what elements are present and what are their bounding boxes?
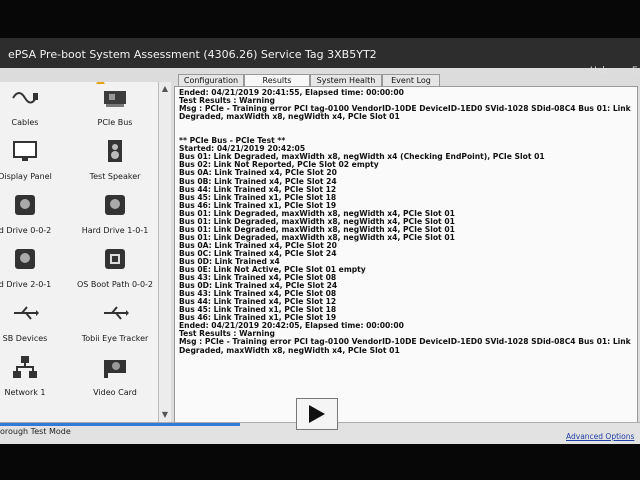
warning-icon [96,82,105,84]
device-pcie-bus[interactable]: PCIe Bus [76,82,154,136]
pcie-card-icon [104,91,126,107]
device-label: Network 1 [4,388,46,397]
log-line: Degraded, maxWidth x8, negWidth x4, PCIe… [179,112,400,122]
usb-icon [14,306,39,320]
device-label: Display Panel [0,172,52,181]
device-label: Video Card [93,388,137,397]
device-label: Hard Drive 1-0-1 [81,226,149,235]
device-test-speaker[interactable]: Test Speaker [76,136,154,190]
network-icon [13,356,37,378]
test-mode-label[interactable]: orough Test Mode [0,427,71,436]
epsa-screen: ePSA Pre-boot System Assessment (4306.26… [0,38,640,444]
usb-icon [104,306,129,320]
results-log[interactable]: Ended: 04/21/2019 20:41:55, Elapsed time… [174,86,638,424]
device-label: Cables [11,118,39,127]
device-network-1[interactable]: Network 1 [0,352,64,406]
hard-drive-icon [15,249,35,269]
device-label: SB Devices [2,334,48,343]
device-usb-devices[interactable]: SB Devices [0,298,64,352]
device-sidebar: Cables PCIe Bus Display Panel Test Speak… [0,82,158,422]
hard-drive-icon [15,195,35,215]
device-label: Tobii Eye Tracker [81,334,149,343]
device-label: OS Boot Path 0-0-2 [76,280,154,289]
scroll-down-icon[interactable]: ▼ [160,410,170,420]
cable-icon [12,92,38,104]
device-hard-drive-2-0-1[interactable]: d Drive 2-0-1 [0,244,64,298]
scroll-up-icon[interactable]: ▲ [160,84,170,94]
device-label: d Drive 2-0-1 [0,280,52,289]
play-icon [309,405,325,423]
test-progress-bar [0,423,240,426]
device-label: Test Speaker [89,172,141,181]
device-tobii-eye-tracker[interactable]: Tobii Eye Tracker [76,298,154,352]
boot-path-icon [105,249,125,269]
device-label: PCIe Bus [97,118,133,127]
device-display-panel[interactable]: Display Panel [0,136,64,190]
advanced-options-link[interactable]: Advanced Options [566,432,634,441]
hard-drive-icon [105,195,125,215]
sidebar-scrollbar[interactable]: ▲ ▼ [158,82,171,422]
device-cables[interactable]: Cables [0,82,64,136]
log-line: Degraded, maxWidth x8, negWidth x4, PCIe… [179,345,400,355]
speaker-icon [108,140,122,162]
monitor-icon [13,141,37,161]
device-video-card[interactable]: Video Card [76,352,154,406]
results-tabs: Configuration Results System Health Even… [172,72,640,87]
device-hard-drive-1-0-1[interactable]: Hard Drive 1-0-1 [76,190,154,244]
device-os-boot-path[interactable]: OS Boot Path 0-0-2 [76,244,154,298]
device-hard-drive-0-0-2[interactable]: d Drive 0-0-2 [0,190,64,244]
run-tests-button[interactable] [296,398,338,430]
log-lines: Ended: 04/21/2019 20:41:55, Elapsed time… [179,88,637,355]
window-title: ePSA Pre-boot System Assessment (4306.26… [8,48,377,61]
title-bar: ePSA Pre-boot System Assessment (4306.26… [0,38,640,68]
device-label: d Drive 0-0-2 [0,226,52,235]
video-card-icon [104,360,126,378]
